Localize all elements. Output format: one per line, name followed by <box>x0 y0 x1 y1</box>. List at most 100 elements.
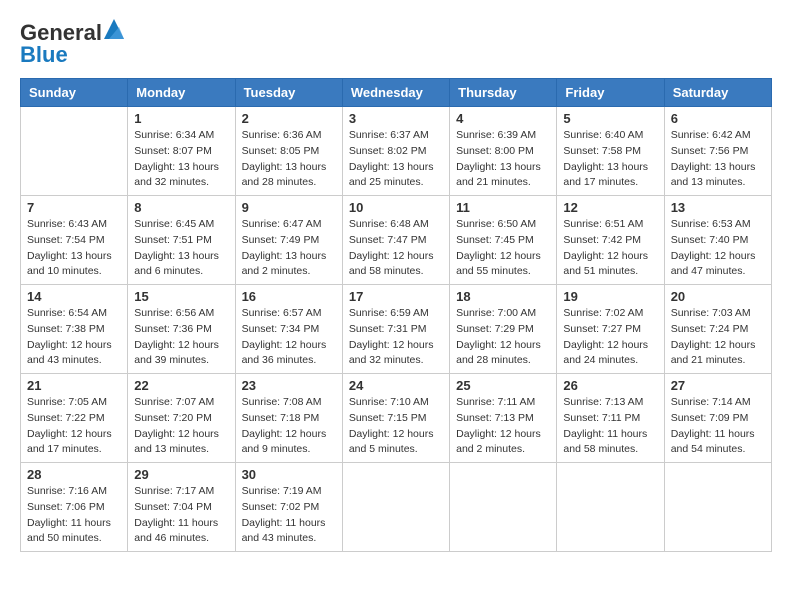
day-info: Sunrise: 7:07 AM Sunset: 7:20 PM Dayligh… <box>134 395 228 458</box>
day-info: Sunrise: 6:56 AM Sunset: 7:36 PM Dayligh… <box>134 306 228 369</box>
calendar-cell <box>342 463 449 552</box>
day-info: Sunrise: 6:36 AM Sunset: 8:05 PM Dayligh… <box>242 128 336 191</box>
calendar-cell <box>664 463 771 552</box>
calendar-cell: 23 Sunrise: 7:08 AM Sunset: 7:18 PM Dayli… <box>235 374 342 463</box>
day-number: 14 <box>27 289 121 304</box>
calendar-cell <box>21 107 128 196</box>
calendar-cell <box>450 463 557 552</box>
day-number: 26 <box>563 378 657 393</box>
weekday-header-monday: Monday <box>128 79 235 107</box>
weekday-header-friday: Friday <box>557 79 664 107</box>
day-info: Sunrise: 6:39 AM Sunset: 8:00 PM Dayligh… <box>456 128 550 191</box>
day-info: Sunrise: 7:00 AM Sunset: 7:29 PM Dayligh… <box>456 306 550 369</box>
day-info: Sunrise: 6:48 AM Sunset: 7:47 PM Dayligh… <box>349 217 443 280</box>
weekday-header-saturday: Saturday <box>664 79 771 107</box>
day-number: 9 <box>242 200 336 215</box>
calendar-cell: 15 Sunrise: 6:56 AM Sunset: 7:36 PM Dayli… <box>128 285 235 374</box>
day-info: Sunrise: 7:14 AM Sunset: 7:09 PM Dayligh… <box>671 395 765 458</box>
calendar-cell: 7Sunrise: 6:43 AM Sunset: 7:54 PM Daylig… <box>21 196 128 285</box>
calendar-cell: 11 Sunrise: 6:50 AM Sunset: 7:45 PM Dayli… <box>450 196 557 285</box>
calendar-cell: 3 Sunrise: 6:37 AM Sunset: 8:02 PM Daylig… <box>342 107 449 196</box>
day-number: 3 <box>349 111 443 126</box>
calendar-cell: 13Sunrise: 6:53 AM Sunset: 7:40 PM Dayli… <box>664 196 771 285</box>
day-number: 5 <box>563 111 657 126</box>
calendar-cell: 4 Sunrise: 6:39 AM Sunset: 8:00 PM Daylig… <box>450 107 557 196</box>
calendar-cell: 28 Sunrise: 7:16 AM Sunset: 7:06 PM Dayli… <box>21 463 128 552</box>
calendar-cell: 2 Sunrise: 6:36 AM Sunset: 8:05 PM Daylig… <box>235 107 342 196</box>
calendar-week-row: 1 Sunrise: 6:34 AM Sunset: 8:07 PM Daylig… <box>21 107 772 196</box>
day-number: 4 <box>456 111 550 126</box>
day-number: 21 <box>27 378 121 393</box>
weekday-header-wednesday: Wednesday <box>342 79 449 107</box>
day-info: Sunrise: 7:13 AM Sunset: 7:11 PM Dayligh… <box>563 395 657 458</box>
calendar-week-row: 14 Sunrise: 6:54 AM Sunset: 7:38 PM Dayli… <box>21 285 772 374</box>
calendar-cell: 20 Sunrise: 7:03 AM Sunset: 7:24 PM Dayli… <box>664 285 771 374</box>
day-info: Sunrise: 6:57 AM Sunset: 7:34 PM Dayligh… <box>242 306 336 369</box>
day-info: Sunrise: 7:03 AM Sunset: 7:24 PM Dayligh… <box>671 306 765 369</box>
calendar-cell: 25 Sunrise: 7:11 AM Sunset: 7:13 PM Dayli… <box>450 374 557 463</box>
calendar-week-row: 7Sunrise: 6:43 AM Sunset: 7:54 PM Daylig… <box>21 196 772 285</box>
day-info: Sunrise: 6:42 AM Sunset: 7:56 PM Dayligh… <box>671 128 765 191</box>
day-info: Sunrise: 6:40 AM Sunset: 7:58 PM Dayligh… <box>563 128 657 191</box>
day-info: Sunrise: 6:54 AM Sunset: 7:38 PM Dayligh… <box>27 306 121 369</box>
calendar-table: SundayMondayTuesdayWednesdayThursdayFrid… <box>20 78 772 552</box>
calendar-cell: 17 Sunrise: 6:59 AM Sunset: 7:31 PM Dayli… <box>342 285 449 374</box>
day-number: 10 <box>349 200 443 215</box>
day-info: Sunrise: 7:08 AM Sunset: 7:18 PM Dayligh… <box>242 395 336 458</box>
day-info: Sunrise: 6:47 AM Sunset: 7:49 PM Dayligh… <box>242 217 336 280</box>
day-info: Sunrise: 7:10 AM Sunset: 7:15 PM Dayligh… <box>349 395 443 458</box>
weekday-header-sunday: Sunday <box>21 79 128 107</box>
day-info: Sunrise: 6:50 AM Sunset: 7:45 PM Dayligh… <box>456 217 550 280</box>
day-number: 20 <box>671 289 765 304</box>
day-info: Sunrise: 7:11 AM Sunset: 7:13 PM Dayligh… <box>456 395 550 458</box>
day-number: 28 <box>27 467 121 482</box>
day-info: Sunrise: 6:59 AM Sunset: 7:31 PM Dayligh… <box>349 306 443 369</box>
calendar-cell: 29Sunrise: 7:17 AM Sunset: 7:04 PM Dayli… <box>128 463 235 552</box>
weekday-header-tuesday: Tuesday <box>235 79 342 107</box>
calendar-cell: 19 Sunrise: 7:02 AM Sunset: 7:27 PM Dayli… <box>557 285 664 374</box>
calendar-cell: 14 Sunrise: 6:54 AM Sunset: 7:38 PM Dayli… <box>21 285 128 374</box>
day-number: 1 <box>134 111 228 126</box>
day-number: 17 <box>349 289 443 304</box>
calendar-cell <box>557 463 664 552</box>
day-info: Sunrise: 7:02 AM Sunset: 7:27 PM Dayligh… <box>563 306 657 369</box>
calendar-cell: 24Sunrise: 7:10 AM Sunset: 7:15 PM Dayli… <box>342 374 449 463</box>
day-info: Sunrise: 7:19 AM Sunset: 7:02 PM Dayligh… <box>242 484 336 547</box>
day-number: 8 <box>134 200 228 215</box>
day-number: 19 <box>563 289 657 304</box>
page-header: General Blue <box>20 20 772 68</box>
day-number: 18 <box>456 289 550 304</box>
day-number: 6 <box>671 111 765 126</box>
calendar-cell: 22 Sunrise: 7:07 AM Sunset: 7:20 PM Dayli… <box>128 374 235 463</box>
day-number: 27 <box>671 378 765 393</box>
weekday-header-thursday: Thursday <box>450 79 557 107</box>
logo: General Blue <box>20 20 124 68</box>
calendar-cell: 8 Sunrise: 6:45 AM Sunset: 7:51 PM Daylig… <box>128 196 235 285</box>
day-info: Sunrise: 7:17 AM Sunset: 7:04 PM Dayligh… <box>134 484 228 547</box>
day-info: Sunrise: 7:05 AM Sunset: 7:22 PM Dayligh… <box>27 395 121 458</box>
calendar-cell: 12 Sunrise: 6:51 AM Sunset: 7:42 PM Dayli… <box>557 196 664 285</box>
calendar-cell: 30 Sunrise: 7:19 AM Sunset: 7:02 PM Dayli… <box>235 463 342 552</box>
day-number: 7 <box>27 200 121 215</box>
calendar-header-row: SundayMondayTuesdayWednesdayThursdayFrid… <box>21 79 772 107</box>
day-info: Sunrise: 6:53 AM Sunset: 7:40 PM Dayligh… <box>671 217 765 280</box>
day-number: 12 <box>563 200 657 215</box>
day-number: 30 <box>242 467 336 482</box>
logo-icon <box>104 19 124 39</box>
day-number: 25 <box>456 378 550 393</box>
logo-blue-text: Blue <box>20 42 68 68</box>
day-info: Sunrise: 6:37 AM Sunset: 8:02 PM Dayligh… <box>349 128 443 191</box>
calendar-cell: 27 Sunrise: 7:14 AM Sunset: 7:09 PM Dayli… <box>664 374 771 463</box>
day-info: Sunrise: 7:16 AM Sunset: 7:06 PM Dayligh… <box>27 484 121 547</box>
day-number: 15 <box>134 289 228 304</box>
day-info: Sunrise: 6:45 AM Sunset: 7:51 PM Dayligh… <box>134 217 228 280</box>
day-info: Sunrise: 6:34 AM Sunset: 8:07 PM Dayligh… <box>134 128 228 191</box>
day-number: 2 <box>242 111 336 126</box>
day-info: Sunrise: 6:51 AM Sunset: 7:42 PM Dayligh… <box>563 217 657 280</box>
calendar-cell: 9 Sunrise: 6:47 AM Sunset: 7:49 PM Daylig… <box>235 196 342 285</box>
calendar-cell: 18 Sunrise: 7:00 AM Sunset: 7:29 PM Dayli… <box>450 285 557 374</box>
calendar-cell: 6 Sunrise: 6:42 AM Sunset: 7:56 PM Daylig… <box>664 107 771 196</box>
day-number: 22 <box>134 378 228 393</box>
day-number: 11 <box>456 200 550 215</box>
day-number: 23 <box>242 378 336 393</box>
